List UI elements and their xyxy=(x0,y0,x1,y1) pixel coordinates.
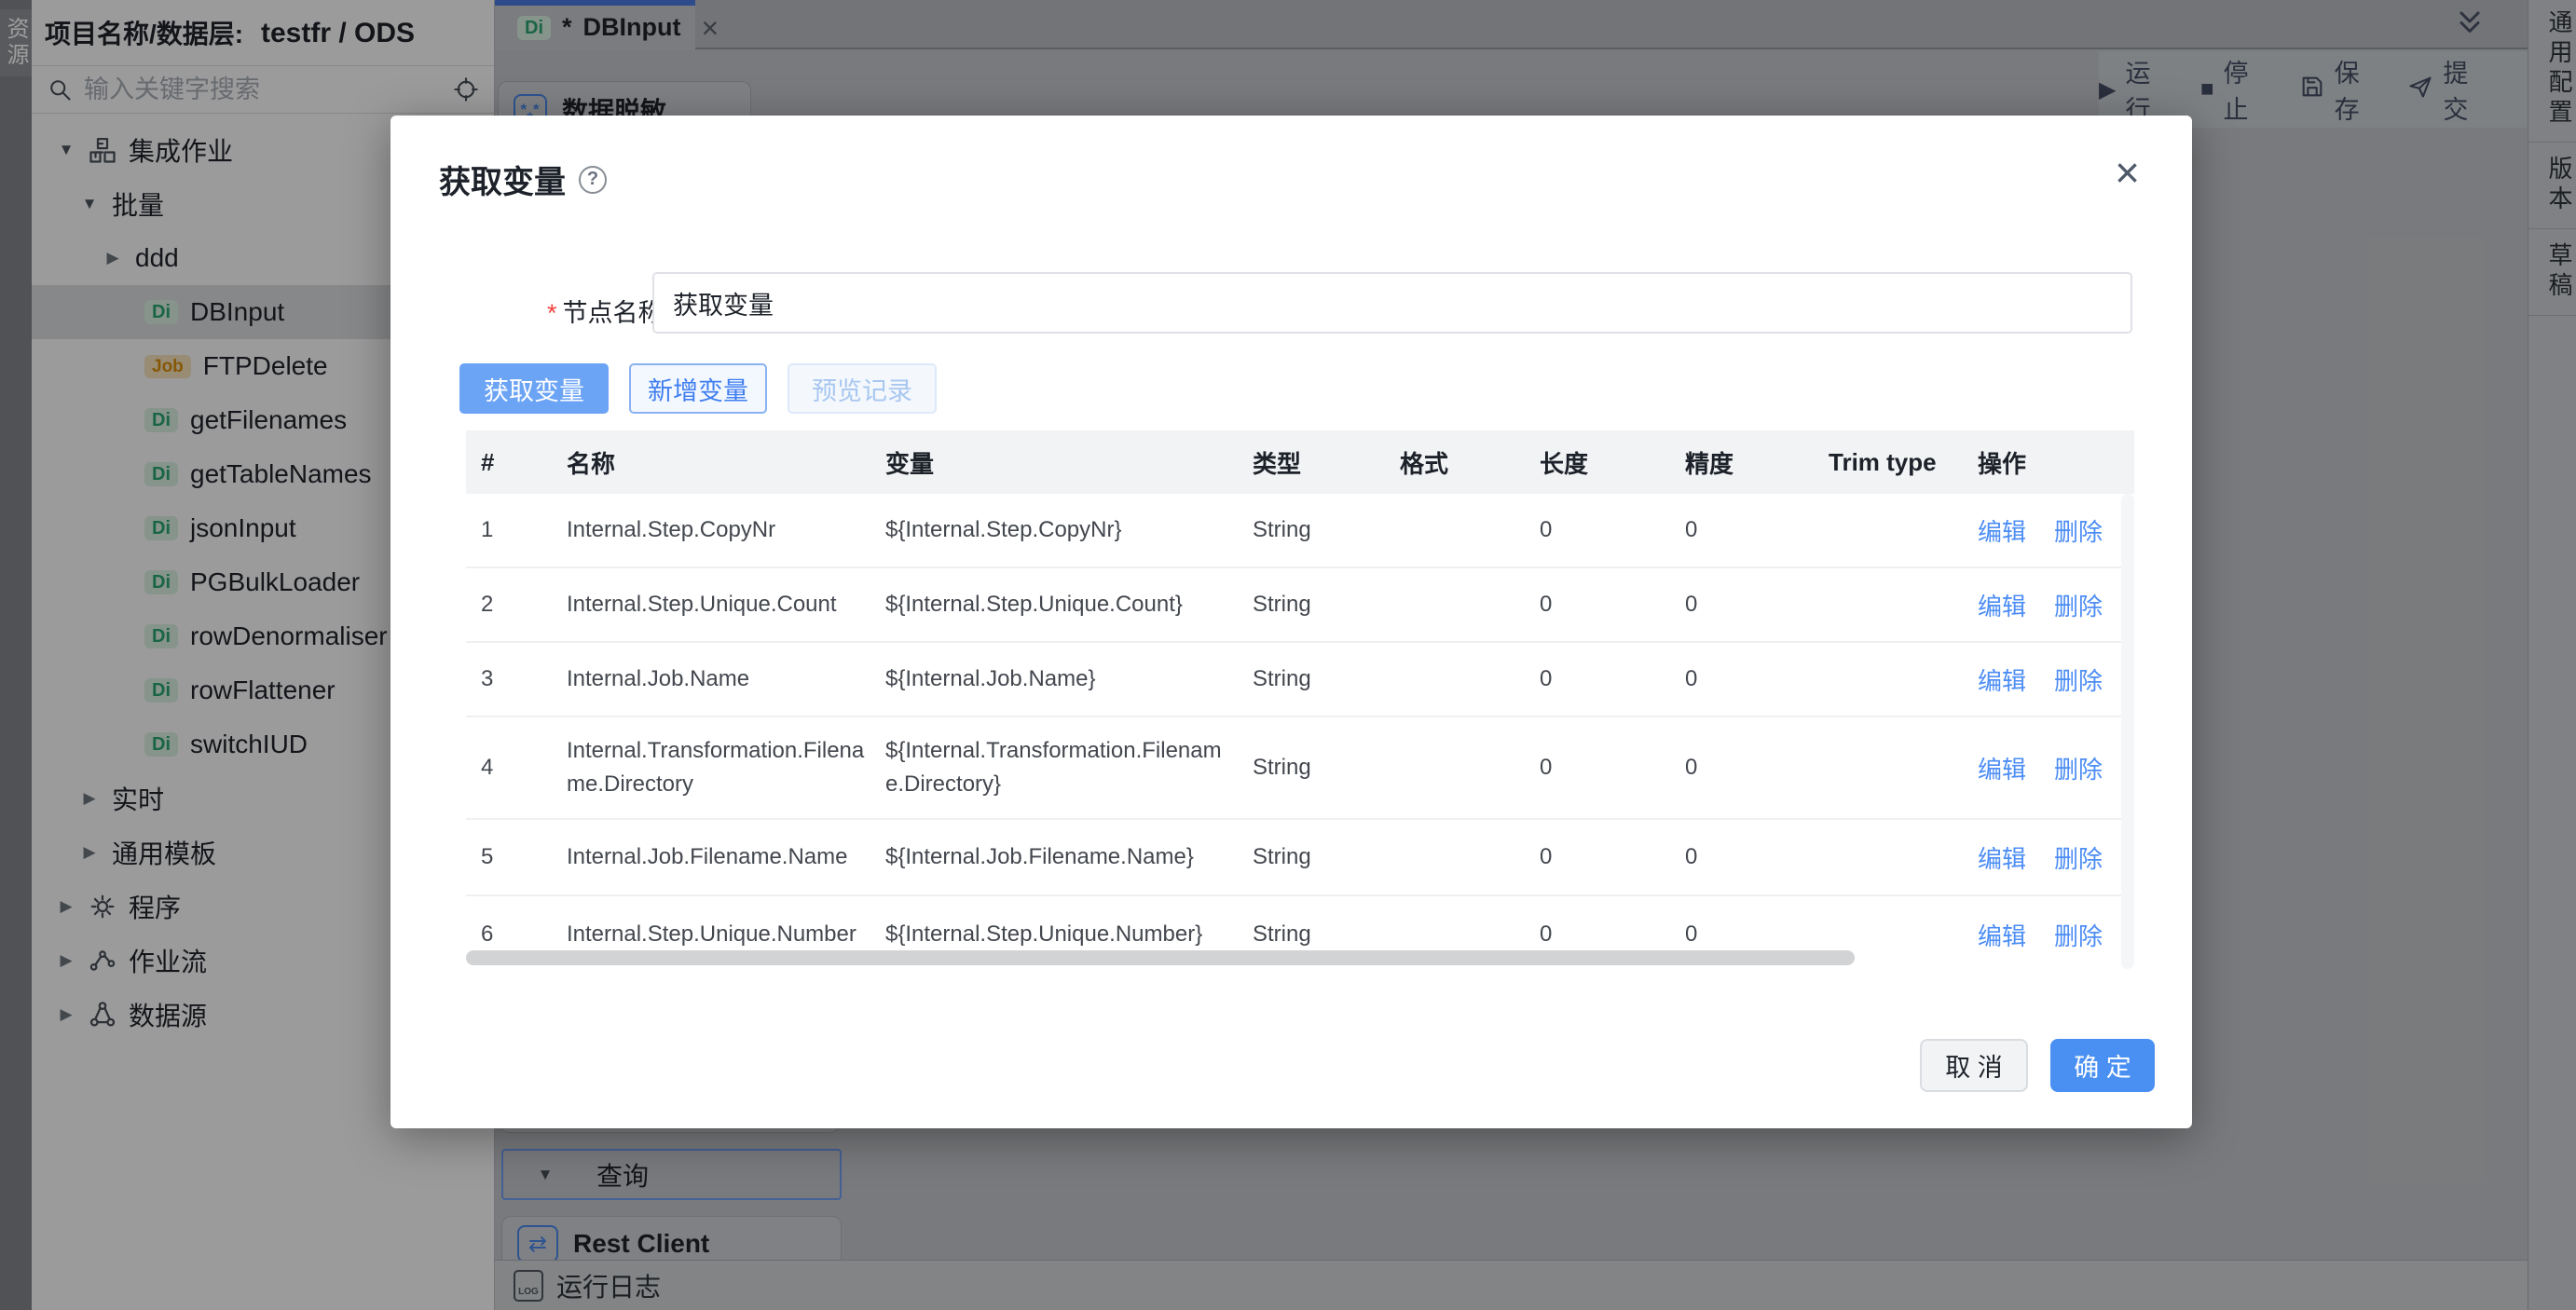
add-variable-button[interactable]: 新增变量 xyxy=(629,363,767,414)
delete-link[interactable]: 删除 xyxy=(2054,918,2103,952)
get-variables-button[interactable]: 获取变量 xyxy=(459,363,609,414)
table-row: 5 Internal.Job.Filename.Name ${Internal.… xyxy=(466,820,2134,896)
cancel-button[interactable]: 取 消 xyxy=(1920,1039,2028,1092)
delete-link[interactable]: 删除 xyxy=(2054,513,2103,548)
edit-link[interactable]: 编辑 xyxy=(1978,662,2026,697)
dialog-close-icon[interactable]: × xyxy=(2115,151,2140,194)
node-name-label: *节点名称 xyxy=(547,293,664,329)
table-header: # 名称 变量 类型 格式 长度 精度 Trim type 操作 xyxy=(466,430,2134,494)
dialog-title: 获取变量 xyxy=(439,157,566,202)
delete-link[interactable]: 删除 xyxy=(2054,840,2103,875)
edit-link[interactable]: 编辑 xyxy=(1978,751,2026,785)
table-row: 1 Internal.Step.CopyNr ${Internal.Step.C… xyxy=(466,494,2134,568)
edit-link[interactable]: 编辑 xyxy=(1978,840,2026,875)
delete-link[interactable]: 删除 xyxy=(2054,588,2103,622)
node-name-input[interactable] xyxy=(652,272,2132,334)
get-variables-dialog: 获取变量 ? × *节点名称 获取变量 新增变量 预览记录 # 名称 变量 类型… xyxy=(391,116,2192,1128)
edit-link[interactable]: 编辑 xyxy=(1978,918,2026,952)
help-icon[interactable]: ? xyxy=(579,166,607,194)
ok-button[interactable]: 确 定 xyxy=(2050,1039,2155,1092)
delete-link[interactable]: 删除 xyxy=(2054,751,2103,785)
delete-link[interactable]: 删除 xyxy=(2054,662,2103,697)
app-screen: 资源 项目名称/数据层: testfr / ODS ▼ 集成作业 xyxy=(0,0,2576,1310)
edit-link[interactable]: 编辑 xyxy=(1978,588,2026,622)
vertical-scrollbar[interactable] xyxy=(2121,494,2134,969)
table-row: 3 Internal.Job.Name ${Internal.Job.Name}… xyxy=(466,643,2134,717)
table-body: 1 Internal.Step.CopyNr ${Internal.Step.C… xyxy=(466,494,2134,969)
preview-records-button[interactable]: 预览记录 xyxy=(788,363,937,414)
edit-link[interactable]: 编辑 xyxy=(1978,513,2026,548)
horizontal-scrollbar[interactable] xyxy=(466,950,1855,965)
variables-table: # 名称 变量 类型 格式 长度 精度 Trim type 操作 1 Inter… xyxy=(466,430,2134,969)
table-row: 4 Internal.Transformation.Filename.Direc… xyxy=(466,717,2134,820)
table-row: 2 Internal.Step.Unique.Count ${Internal.… xyxy=(466,568,2134,643)
required-asterisk: * xyxy=(547,299,557,327)
